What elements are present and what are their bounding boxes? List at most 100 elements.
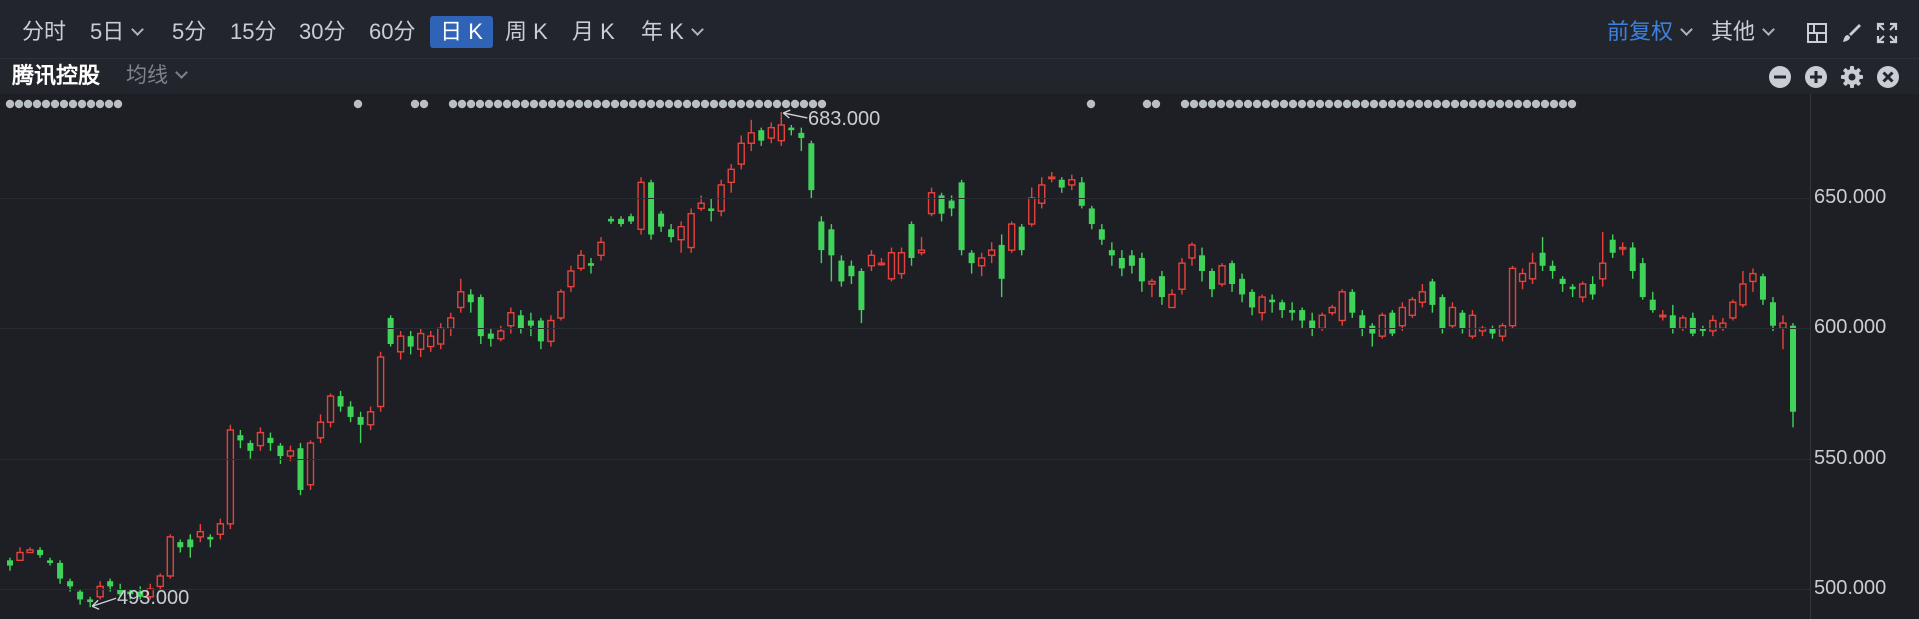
- event-dot[interactable]: [637, 99, 647, 109]
- candle[interactable]: [637, 177, 645, 235]
- candle[interactable]: [618, 216, 625, 227]
- candle[interactable]: [1048, 171, 1056, 183]
- candle[interactable]: [1649, 291, 1656, 313]
- candle[interactable]: [1749, 268, 1757, 292]
- candle[interactable]: [1689, 312, 1696, 337]
- event-dot[interactable]: [1441, 99, 1451, 109]
- candle[interactable]: [507, 307, 515, 334]
- event-dot[interactable]: [736, 99, 746, 109]
- candle[interactable]: [1629, 242, 1636, 279]
- event-dot[interactable]: [1468, 99, 1478, 109]
- candle[interactable]: [347, 401, 354, 423]
- candle[interactable]: [207, 534, 214, 548]
- event-dot[interactable]: [1207, 99, 1217, 109]
- candle[interactable]: [1429, 278, 1436, 313]
- candle[interactable]: [677, 221, 685, 253]
- event-dot[interactable]: [457, 99, 467, 109]
- candle[interactable]: [1598, 231, 1607, 287]
- candle[interactable]: [727, 164, 735, 193]
- close-icon[interactable]: [1876, 65, 1900, 89]
- candle[interactable]: [517, 310, 524, 334]
- candle[interactable]: [927, 187, 936, 217]
- event-dot[interactable]: [1306, 99, 1316, 109]
- candle[interactable]: [1068, 174, 1076, 191]
- candle[interactable]: [1448, 302, 1457, 329]
- event-dot[interactable]: [59, 99, 69, 109]
- event-dot[interactable]: [1405, 99, 1415, 109]
- candle[interactable]: [326, 393, 335, 428]
- event-dot[interactable]: [817, 99, 827, 109]
- candle[interactable]: [858, 268, 865, 324]
- candle[interactable]: [467, 289, 474, 313]
- candle[interactable]: [1609, 234, 1616, 258]
- zoom-out-icon[interactable]: [1768, 65, 1792, 89]
- event-dot[interactable]: [511, 99, 521, 109]
- candle[interactable]: [1269, 294, 1276, 313]
- event-dot[interactable]: [628, 99, 638, 109]
- candle[interactable]: [57, 560, 64, 584]
- candle[interactable]: [447, 312, 455, 337]
- candle[interactable]: [7, 557, 13, 571]
- event-dot[interactable]: [448, 99, 458, 109]
- event-dot[interactable]: [50, 99, 60, 109]
- candle[interactable]: [1218, 263, 1226, 287]
- candle[interactable]: [917, 237, 926, 256]
- event-dot[interactable]: [718, 99, 728, 109]
- event-dot[interactable]: [1549, 99, 1559, 109]
- candle[interactable]: [1007, 221, 1016, 253]
- event-dot[interactable]: [1324, 99, 1334, 109]
- event-dot[interactable]: [1198, 99, 1208, 109]
- event-dot[interactable]: [745, 99, 755, 109]
- event-dot[interactable]: [772, 99, 782, 109]
- event-dot[interactable]: [574, 99, 584, 109]
- candle[interactable]: [1168, 289, 1176, 309]
- event-dot[interactable]: [1540, 99, 1550, 109]
- event-dot[interactable]: [799, 99, 809, 109]
- event-dot[interactable]: [790, 99, 800, 109]
- event-dot[interactable]: [700, 99, 710, 109]
- candle[interactable]: [908, 221, 915, 266]
- candle[interactable]: [16, 547, 24, 562]
- event-dot[interactable]: [1315, 99, 1325, 109]
- event-dot[interactable]: [1450, 99, 1460, 109]
- candle[interactable]: [1729, 299, 1737, 321]
- candle[interactable]: [1098, 224, 1105, 245]
- candle[interactable]: [1539, 237, 1546, 271]
- candle[interactable]: [1028, 187, 1036, 227]
- other-select[interactable]: 其他: [1711, 16, 1775, 48]
- candle[interactable]: [818, 216, 825, 264]
- event-dot[interactable]: [1369, 99, 1379, 109]
- event-dot[interactable]: [1261, 99, 1271, 109]
- candle[interactable]: [838, 255, 845, 287]
- event-dot[interactable]: [727, 99, 737, 109]
- candle[interactable]: [1639, 257, 1646, 300]
- fullscreen-icon[interactable]: [1875, 21, 1899, 45]
- event-dot[interactable]: [1387, 99, 1397, 109]
- event-dot[interactable]: [419, 99, 429, 109]
- candle[interactable]: [1779, 315, 1787, 350]
- event-dot[interactable]: [520, 99, 530, 109]
- candle[interactable]: [306, 440, 315, 490]
- candle[interactable]: [47, 557, 54, 566]
- candle[interactable]: [628, 213, 635, 225]
- event-dot[interactable]: [493, 99, 503, 109]
- candle[interactable]: [867, 250, 876, 271]
- candle[interactable]: [1389, 310, 1396, 337]
- event-dot[interactable]: [673, 99, 683, 109]
- candle[interactable]: [737, 135, 745, 170]
- zoom-in-icon[interactable]: [1804, 65, 1828, 89]
- candle[interactable]: [366, 406, 375, 430]
- tab-60min[interactable]: 60分: [369, 16, 415, 48]
- candle[interactable]: [256, 427, 265, 451]
- event-dot[interactable]: [808, 99, 818, 109]
- candle[interactable]: [987, 242, 996, 264]
- event-dot[interactable]: [664, 99, 674, 109]
- candle[interactable]: [537, 317, 544, 350]
- event-dot[interactable]: [41, 99, 51, 109]
- candle[interactable]: [316, 414, 325, 444]
- candle[interactable]: [166, 534, 174, 579]
- candle[interactable]: [187, 534, 194, 558]
- event-dot[interactable]: [529, 99, 539, 109]
- event-dot[interactable]: [565, 99, 575, 109]
- candle[interactable]: [758, 127, 765, 146]
